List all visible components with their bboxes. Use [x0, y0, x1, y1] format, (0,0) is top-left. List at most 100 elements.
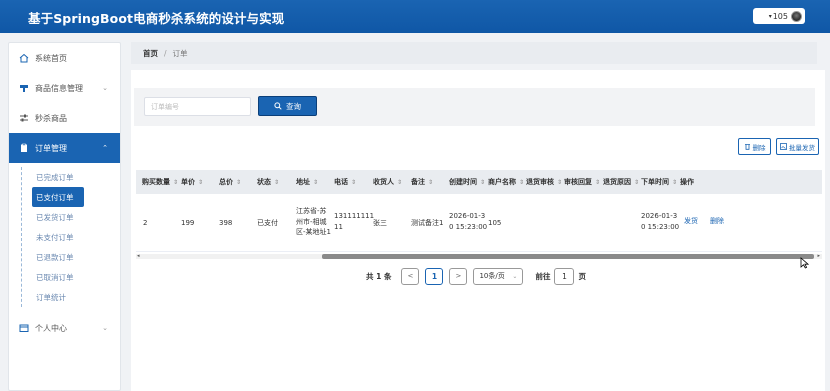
sort-icon[interactable]: ⇕ [428, 179, 433, 186]
top-bar: 基于SpringBoot电商秒杀系统的设计与实现 ▾ 105 [0, 0, 830, 33]
main-panel: 订单编号 查询 删除 批量发货 购买数量 ⇕ 单价 ⇕ 总价 ⇕ 状态 ⇕ 地址 ⇕ 电话… [131, 70, 825, 391]
chevron-down-icon: ⌄ [102, 84, 108, 92]
image-icon [780, 143, 787, 150]
column-header[interactable]: 审核回复 ⇕ [564, 170, 600, 194]
sort-icon[interactable]: ⇕ [557, 179, 562, 186]
next-page-button[interactable]: > [449, 267, 468, 285]
order-submenu: 已完成订单 已支付订单 已发货订单 未支付订单 已退款订单 已取消订单 订单统计 [21, 167, 118, 307]
search-button-label: 查询 [286, 101, 301, 111]
sidebar-item-goods[interactable]: 商品信息管理 ⌄ [9, 73, 120, 103]
delete-button[interactable]: 删除 [738, 138, 771, 155]
column-header[interactable]: 收货人 ⇕ [373, 170, 402, 194]
column-header[interactable]: 状态 ⇕ [257, 170, 279, 194]
sidebar-item-label: 系统首页 [35, 53, 67, 63]
home-icon [19, 53, 29, 63]
goods-icon [19, 83, 29, 93]
cell-order-time: 2026-01-3 0 15:23:00 [641, 212, 680, 231]
breadcrumb-home[interactable]: 首页 [143, 48, 158, 59]
user-name: 105 [772, 11, 788, 21]
sort-icon[interactable]: ⇕ [480, 179, 485, 186]
search-icon [274, 102, 282, 110]
sort-icon[interactable]: ⇕ [634, 179, 639, 186]
column-header[interactable]: 购买数量 ⇕ [142, 170, 178, 194]
goto-label: 前往 [535, 271, 551, 281]
sort-icon[interactable]: ⇕ [313, 179, 318, 186]
avatar [791, 10, 802, 22]
table-header: 购买数量 ⇕ 单价 ⇕ 总价 ⇕ 状态 ⇕ 地址 ⇕ 电话 ⇕ 收货人 ⇕ 备注 ⇕ 创建时间 ⇕… [136, 170, 822, 194]
sidebar: 系统首页 商品信息管理 ⌄ 秒杀商品 订单管理 ⌃ 已完成订单 已支付订单 已发… [8, 42, 121, 391]
horizontal-scrollbar[interactable]: ◂ ▸ [136, 253, 822, 259]
page-size-value: 10条/页 [479, 272, 505, 280]
cell-merchant: 105 [488, 219, 502, 227]
column-header[interactable]: 备注 ⇕ [411, 170, 433, 194]
submenu-item-statistics[interactable]: 订单统计 [22, 287, 118, 307]
total-count: 共 1 条 [366, 271, 392, 281]
delete-link[interactable]: 删除 [710, 216, 724, 227]
sidebar-item-label: 秒杀商品 [35, 113, 67, 123]
breadcrumb-separator: / [164, 48, 167, 58]
sidebar-item-seckill[interactable]: 秒杀商品 [9, 103, 120, 133]
chevron-down-icon: ⌄ [102, 324, 108, 332]
sort-icon[interactable]: ⇕ [274, 179, 279, 186]
chevron-up-icon: ⌃ [102, 144, 108, 152]
trash-icon [744, 144, 750, 150]
sort-icon[interactable]: ⇕ [672, 179, 677, 186]
breadcrumb-current: 订单 [172, 48, 188, 58]
batch-ship-button[interactable]: 批量发货 [776, 138, 819, 155]
search-panel: 订单编号 查询 [134, 88, 815, 126]
user-card-icon [19, 323, 29, 333]
cell-status: 已支付 [257, 219, 278, 227]
order-number-search-input[interactable]: 订单编号 [144, 97, 251, 116]
cell-created: 2026-01-3 0 15:23:00 [449, 212, 488, 231]
page-suffix: 页 [578, 271, 586, 281]
submenu-item-unpaid[interactable]: 未支付订单 [22, 227, 118, 247]
submenu-item-paid[interactable]: 已支付订单 [32, 187, 84, 207]
sidebar-item-label: 商品信息管理 [35, 83, 83, 93]
caret-down-icon: ▾ [768, 12, 772, 20]
sidebar-item-home[interactable]: 系统首页 [9, 43, 120, 73]
submenu-item-cancelled[interactable]: 已取消订单 [22, 267, 118, 287]
breadcrumb: 首页 / 订单 [131, 42, 817, 64]
sidebar-item-orders[interactable]: 订单管理 ⌃ [9, 133, 120, 163]
sort-icon[interactable]: ⇕ [519, 179, 524, 186]
page-size-select[interactable]: 10条/页 ⌄ [473, 267, 524, 285]
column-header[interactable]: 单价 ⇕ [181, 170, 203, 194]
sort-icon[interactable]: ⇕ [397, 179, 402, 186]
sidebar-item-label: 订单管理 [35, 143, 67, 153]
column-header[interactable]: 总价 ⇕ [219, 170, 241, 194]
cell-phone: 131111111 11 [334, 212, 375, 231]
ship-link[interactable]: 发货 [684, 216, 698, 227]
column-header[interactable]: 退货原因 ⇕ [603, 170, 639, 194]
sidebar-item-profile[interactable]: 个人中心 ⌄ [9, 313, 120, 343]
user-menu[interactable]: ▾ 105 [753, 8, 805, 24]
sliders-icon [19, 113, 29, 123]
clipboard-icon [19, 143, 29, 153]
scroll-left-icon[interactable]: ◂ [137, 253, 140, 259]
column-header[interactable]: 下单时间 ⇕ [641, 170, 677, 194]
scrollbar-thumb[interactable] [322, 254, 814, 259]
cell-total: 398 [219, 219, 233, 227]
mouse-cursor-icon [800, 254, 810, 273]
prev-page-button[interactable]: < [401, 267, 420, 285]
column-header[interactable]: 电话 ⇕ [334, 170, 356, 194]
goto-page-input[interactable]: 1 [554, 267, 575, 285]
scroll-right-icon[interactable]: ▸ [817, 253, 820, 259]
column-header[interactable]: 创建时间 ⇕ [449, 170, 485, 194]
sort-icon[interactable]: ⇕ [236, 179, 241, 186]
column-header[interactable]: 退货审核 ⇕ [526, 170, 562, 194]
submenu-item-shipped[interactable]: 已发货订单 [22, 207, 118, 227]
pagination: 共 1 条 < 1 > 10条/页 ⌄ 前往 1 页 [366, 267, 590, 285]
column-header[interactable]: 商户名称 ⇕ [488, 170, 524, 194]
column-header[interactable]: 地址 ⇕ [296, 170, 318, 194]
cell-price: 199 [181, 219, 195, 227]
cell-qty: 2 [143, 219, 148, 227]
submenu-item-refunded[interactable]: 已退款订单 [22, 247, 118, 267]
sort-icon[interactable]: ⇕ [198, 179, 203, 186]
sort-icon[interactable]: ⇕ [351, 179, 356, 186]
submenu-item-completed[interactable]: 已完成订单 [22, 167, 118, 187]
page-number-button[interactable]: 1 [425, 267, 444, 285]
batch-ship-button-label: 批量发货 [789, 143, 815, 152]
sort-icon[interactable]: ⇕ [595, 179, 600, 186]
search-button[interactable]: 查询 [258, 96, 317, 116]
sort-icon[interactable]: ⇕ [173, 179, 178, 186]
